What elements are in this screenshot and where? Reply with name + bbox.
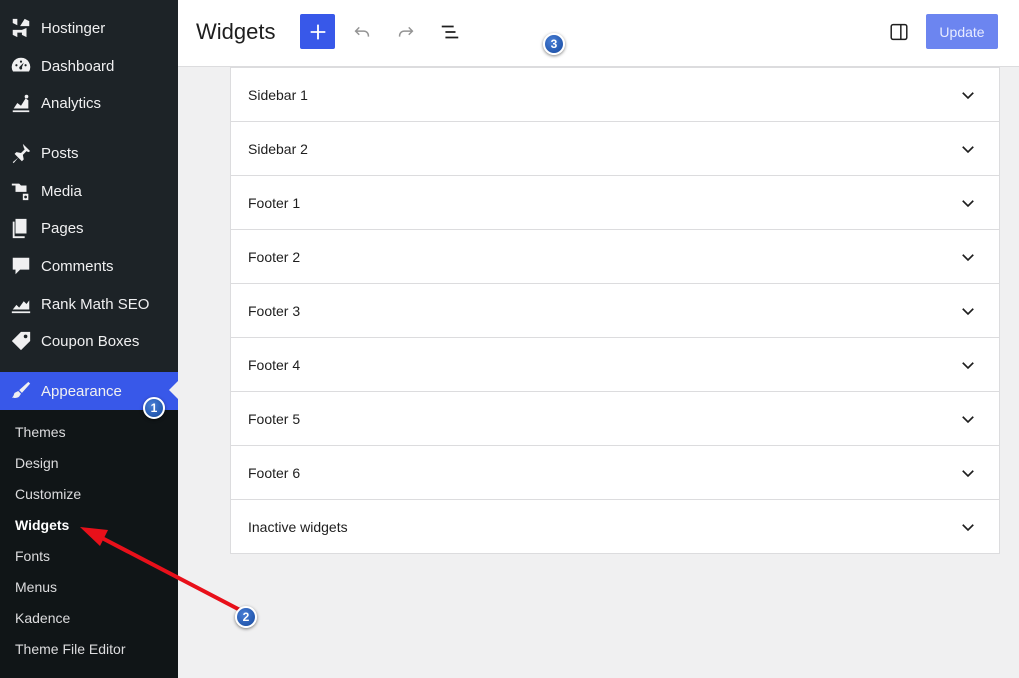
sidebar-item-rank-math-seo[interactable]: Rank Math SEO xyxy=(0,286,178,322)
chevron-down-icon xyxy=(962,253,974,261)
panel-title: Footer 1 xyxy=(248,194,301,211)
widget-area-panel[interactable]: Footer 6 xyxy=(230,445,1000,500)
rank-math-icon xyxy=(9,292,33,316)
sidebar-item-label: Hostinger xyxy=(41,19,106,37)
widget-area-panel[interactable]: Footer 1 xyxy=(230,175,1000,230)
sidebar-item-label: Coupon Boxes xyxy=(41,332,140,350)
redo-button[interactable] xyxy=(394,20,418,44)
chevron-down-icon xyxy=(962,469,974,477)
chevron-down-icon xyxy=(962,91,974,99)
chevron-down-icon xyxy=(962,307,974,315)
dashboard-gauge-icon xyxy=(9,54,33,78)
submenu-item-themes[interactable]: Themes xyxy=(15,424,66,440)
appearance-submenu: Themes Design Customize Widgets Fonts Me… xyxy=(0,410,178,678)
submenu-item-menus[interactable]: Menus xyxy=(15,579,57,595)
active-menu-indicator xyxy=(169,381,178,399)
sidebar-panel-icon xyxy=(890,23,908,41)
sidebar-item-media[interactable]: Media xyxy=(0,173,178,209)
redo-icon xyxy=(398,26,414,37)
page-title: Widgets xyxy=(196,19,276,44)
sidebar-item-dashboard[interactable]: Dashboard xyxy=(0,48,178,84)
editor-header: Widgets Update xyxy=(178,0,1019,67)
media-camera-icon xyxy=(9,179,33,203)
chevron-down-icon xyxy=(962,523,974,531)
analytics-chart-icon xyxy=(9,91,33,115)
submenu-item-customize[interactable]: Customize xyxy=(15,486,81,502)
step-marker-1: 1 xyxy=(143,397,165,419)
chevron-down-icon xyxy=(962,415,974,423)
submenu-item-widgets[interactable]: Widgets xyxy=(15,517,69,533)
sidebar-item-label: Rank Math SEO xyxy=(41,295,150,313)
panel-title: Inactive widgets xyxy=(248,518,348,535)
widget-area-panel[interactable]: Footer 5 xyxy=(230,391,1000,446)
sidebar-item-posts[interactable]: Posts xyxy=(0,135,178,171)
panel-title: Footer 4 xyxy=(248,356,301,373)
widget-area-panel[interactable]: Footer 3 xyxy=(230,283,1000,338)
sidebar-item-label: Dashboard xyxy=(41,57,115,75)
pages-icon xyxy=(9,216,33,240)
widget-area-panel[interactable]: Inactive widgets xyxy=(230,499,1000,554)
widget-area-panel[interactable]: Footer 4 xyxy=(230,337,1000,392)
panel-title: Footer 6 xyxy=(248,464,301,481)
tag-icon xyxy=(9,329,33,353)
widget-area-panel[interactable]: Sidebar 1 xyxy=(230,67,1000,122)
add-block-button[interactable] xyxy=(300,14,335,49)
chevron-down-icon xyxy=(962,145,974,153)
sidebar-item-coupon-boxes[interactable]: Coupon Boxes xyxy=(0,323,178,359)
pushpin-icon xyxy=(9,141,33,165)
chevron-down-icon xyxy=(962,199,974,207)
paintbrush-icon xyxy=(9,379,33,403)
widget-area-panel[interactable]: Sidebar 2 xyxy=(230,121,1000,176)
sidebar-item-label: Posts xyxy=(41,144,79,162)
sidebar-item-label: Media xyxy=(41,182,82,200)
hostinger-logo-icon xyxy=(9,16,33,40)
comment-bubble-icon xyxy=(9,254,33,278)
list-view-button[interactable] xyxy=(438,20,462,44)
sidebar-item-comments[interactable]: Comments xyxy=(0,248,178,284)
submenu-item-design[interactable]: Design xyxy=(15,455,59,471)
admin-sidebar: Hostinger Dashboard Analytics Posts Medi… xyxy=(0,0,178,678)
sidebar-item-label: Pages xyxy=(41,219,84,237)
settings-sidebar-toggle[interactable] xyxy=(887,20,911,44)
plus-icon xyxy=(310,24,325,39)
widget-areas-list: Sidebar 1 Sidebar 2 Footer 1 Footer 2 Fo… xyxy=(230,67,1000,554)
panel-title: Footer 2 xyxy=(248,248,301,265)
submenu-item-kadence[interactable]: Kadence xyxy=(15,610,70,626)
list-view-icon xyxy=(441,25,459,39)
undo-icon xyxy=(354,26,370,37)
panel-title: Footer 3 xyxy=(248,302,301,319)
panel-title: Footer 5 xyxy=(248,410,301,427)
sidebar-item-label: Appearance xyxy=(41,382,122,400)
update-button[interactable]: Update xyxy=(926,14,998,49)
panel-title: Sidebar 1 xyxy=(248,86,308,103)
sidebar-item-pages[interactable]: Pages xyxy=(0,210,178,246)
widget-area-panel[interactable]: Footer 2 xyxy=(230,229,1000,284)
sidebar-item-analytics[interactable]: Analytics xyxy=(0,85,178,121)
submenu-item-fonts[interactable]: Fonts xyxy=(15,548,50,564)
sidebar-item-label: Comments xyxy=(41,257,114,275)
submenu-item-theme-file-editor[interactable]: Theme File Editor xyxy=(15,641,125,657)
panel-title: Sidebar 2 xyxy=(248,140,308,157)
undo-button[interactable] xyxy=(350,20,374,44)
sidebar-item-label: Analytics xyxy=(41,94,102,112)
step-marker-3: 3 xyxy=(543,33,565,55)
chevron-down-icon xyxy=(962,361,974,369)
step-marker-2: 2 xyxy=(235,606,257,628)
sidebar-item-hostinger[interactable]: Hostinger xyxy=(0,10,178,46)
